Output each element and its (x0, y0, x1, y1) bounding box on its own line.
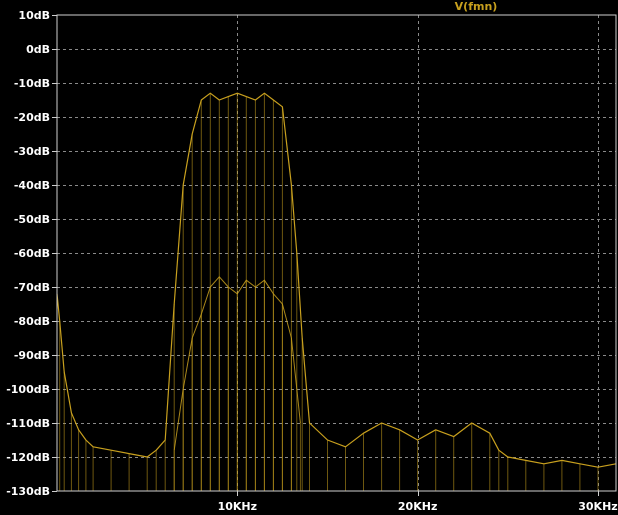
y-tick-label: 0dB (26, 43, 50, 56)
y-tick-label: -10dB (14, 77, 50, 90)
y-tick-label: -100dB (6, 383, 50, 396)
y-tick-label: -20dB (14, 111, 50, 124)
y-tick-label: -110dB (6, 417, 50, 430)
x-tick-label: 30KHz (578, 500, 617, 513)
x-tick-label: 10KHz (218, 500, 257, 513)
y-tick-label: -90dB (14, 349, 50, 362)
y-tick-label: -80dB (14, 315, 50, 328)
x-tick-label: 20KHz (398, 500, 437, 513)
spectrum-chart: 10dB 0dB -10dB -20dB -30dB -40dB -50dB -60dB -70… (0, 0, 618, 515)
y-tick-label: -30dB (14, 145, 50, 158)
y-tick-label: -130dB (6, 485, 50, 498)
y-tick-label: -60dB (14, 247, 50, 260)
y-axis-ticks: 10dB 0dB -10dB -20dB -30dB -40dB -50dB -60dB -70… (6, 9, 57, 498)
y-tick-label: 10dB (18, 9, 50, 22)
legend-series-name: V(fmn) (455, 0, 498, 13)
y-tick-label: -120dB (6, 451, 50, 464)
y-tick-label: -70dB (14, 281, 50, 294)
y-tick-label: -50dB (14, 213, 50, 226)
y-tick-label: -40dB (14, 179, 50, 192)
